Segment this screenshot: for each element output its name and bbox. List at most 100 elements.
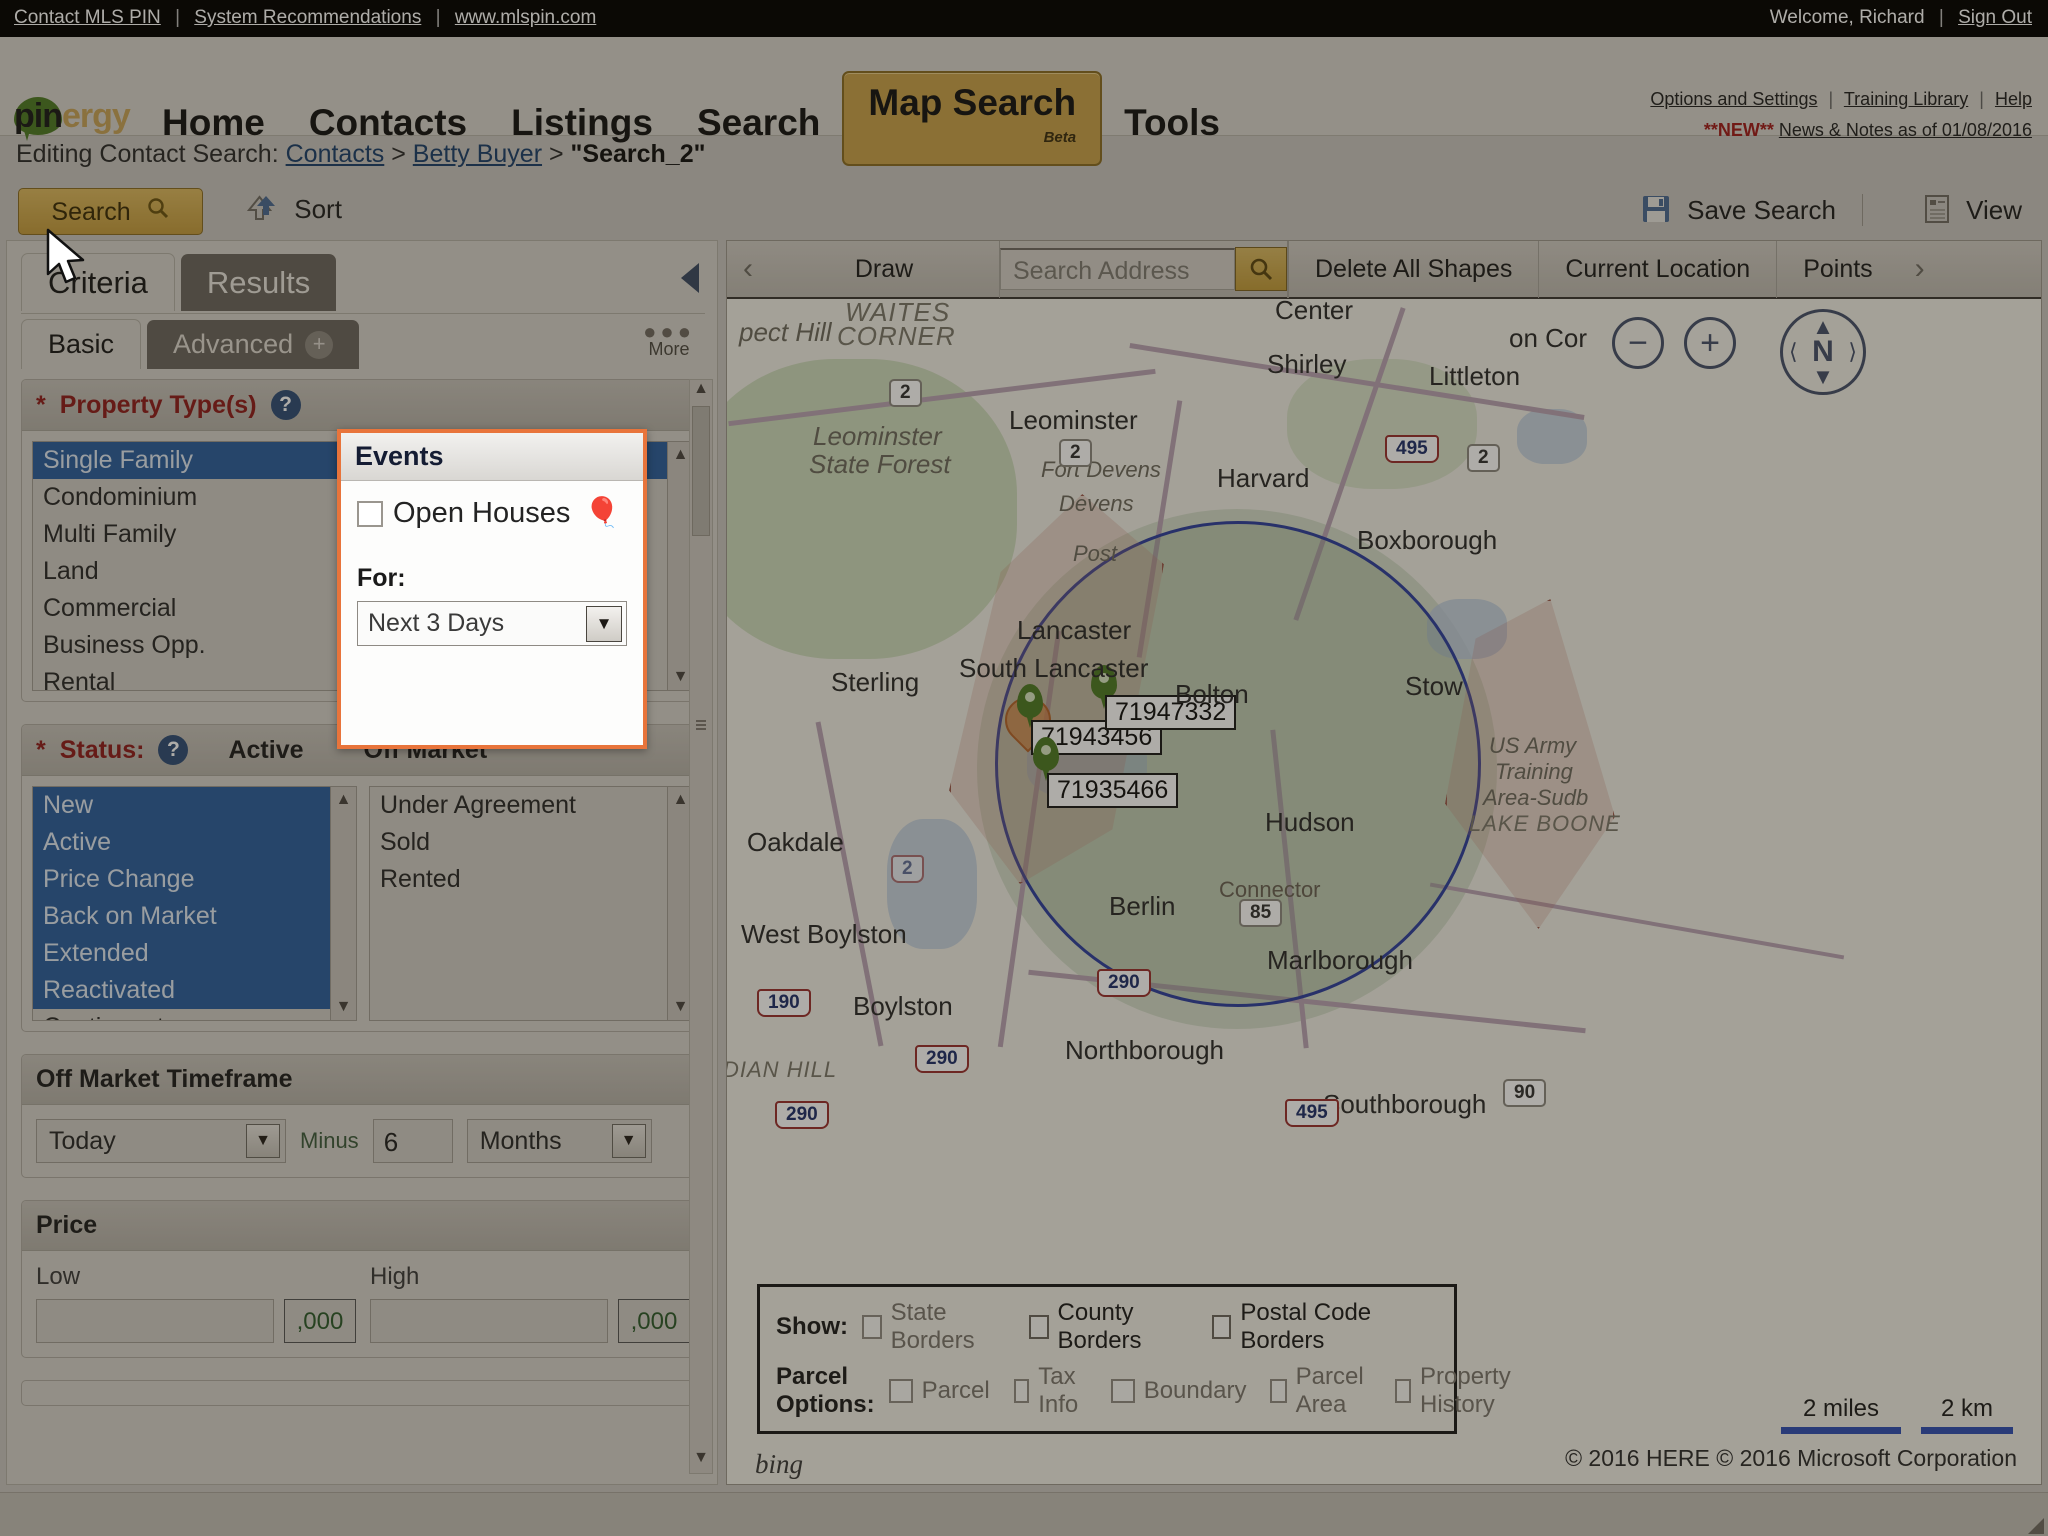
checkbox-property-history-label: Property History	[1420, 1363, 1511, 1418]
chevron-down-icon[interactable]: ▼	[586, 605, 622, 642]
list-item[interactable]: Active	[33, 824, 356, 861]
list-item[interactable]: Under Agreement	[370, 787, 693, 824]
resize-handle-icon[interactable]	[2028, 1518, 2044, 1534]
sort-button[interactable]: Sort	[245, 194, 342, 229]
compass-up-arrow-icon[interactable]: ▲	[1812, 314, 1834, 340]
scrollbar-thumb[interactable]	[692, 406, 710, 536]
checkbox-tax-info[interactable]: Tax Info	[1013, 1363, 1087, 1419]
timeframe-amount-input[interactable]: 6	[372, 1119, 453, 1163]
events-for-select[interactable]: Next 3 Days ▼	[357, 601, 627, 646]
bing-logo[interactable]: bing	[755, 1449, 803, 1480]
search-address-input[interactable]: Search Address	[1000, 248, 1235, 290]
sign-out-link[interactable]: Sign Out	[1958, 7, 2032, 28]
save-search-button[interactable]: Save Search	[1641, 194, 1836, 231]
price-high-thousands-button[interactable]: ,000	[618, 1299, 690, 1343]
checkbox-parcel[interactable]: Parcel	[888, 1377, 990, 1405]
nav-item-tools[interactable]: Tools	[1102, 95, 1242, 151]
pinergy-logo[interactable]: pinergy	[14, 97, 131, 136]
nav-sep-2: |	[1979, 89, 1984, 109]
list-item[interactable]: Rented	[370, 861, 693, 898]
action-toolbar: Search Sort Save Search View	[0, 180, 2048, 240]
price-low-thousands-button[interactable]: ,000	[284, 1299, 356, 1343]
show-label: Show:	[776, 1313, 848, 1340]
map-road-9	[1429, 882, 1845, 960]
price-high-input[interactable]	[370, 1299, 608, 1343]
map-pin-label[interactable]: 71935466	[1047, 773, 1179, 808]
more-options-button[interactable]: ●●● More	[643, 321, 695, 360]
compass-control[interactable]: N ▲ ▼ ⟨ ⟩	[1780, 309, 1866, 395]
checkbox-icon	[862, 1315, 882, 1339]
map-label-southborough: Southborough	[1323, 1089, 1487, 1119]
checkbox-parcel-area[interactable]: Parcel Area	[1270, 1363, 1371, 1419]
timeframe-base-select[interactable]: Today ▼	[36, 1119, 286, 1163]
current-location-button[interactable]: Current Location	[1538, 241, 1776, 298]
scroll-up-icon[interactable]: ▲	[690, 380, 712, 402]
chevron-down-icon[interactable]: ▼	[611, 1124, 646, 1158]
checkbox-state-borders[interactable]: State Borders	[862, 1299, 1005, 1355]
topbar-separator-2: |	[435, 7, 441, 28]
breadcrumb-link-contacts[interactable]: Contacts	[286, 140, 385, 168]
scroll-up-icon[interactable]: ▲	[331, 791, 356, 809]
collapse-panel-arrow-icon[interactable]	[681, 263, 699, 293]
checkbox-postal-code-borders[interactable]: Postal Code Borders	[1211, 1299, 1414, 1355]
zoom-in-button[interactable]: +	[1684, 317, 1736, 369]
checkbox-icon[interactable]	[357, 500, 383, 527]
compass-right-arrow-icon[interactable]: ⟩	[1848, 339, 1857, 365]
criteria-panel-scrollbar[interactable]: ▲ ▼	[689, 379, 713, 1474]
mlspin-website-link[interactable]: www.mlspin.com	[455, 7, 596, 28]
subtab-advanced[interactable]: Advanced +	[147, 320, 360, 369]
open-houses-checkbox-row[interactable]: Open Houses 🎈	[357, 497, 627, 530]
help-icon[interactable]: ?	[158, 735, 189, 765]
map-pin-3[interactable]: 71935466	[1033, 737, 1179, 808]
main-navigation-bar: pinergy Home Contacts Listings Search Ma…	[0, 37, 2048, 166]
subtab-basic[interactable]: Basic	[21, 319, 142, 369]
options-and-settings-link[interactable]: Options and Settings	[1650, 89, 1817, 109]
map-label-berlin: Berlin	[1109, 891, 1176, 921]
toolbar-prev-arrow-icon[interactable]: ‹	[727, 252, 769, 286]
chevron-down-icon[interactable]: ▼	[246, 1124, 280, 1158]
list-item[interactable]: Sold	[370, 824, 693, 861]
checkbox-county-borders[interactable]: County Borders	[1028, 1299, 1188, 1355]
delete-all-shapes-button[interactable]: Delete All Shapes	[1288, 241, 1538, 298]
training-library-link[interactable]: Training Library	[1844, 89, 1968, 109]
map-pin-1[interactable]: 71943456	[1017, 684, 1163, 755]
nav-link-row: Options and Settings | Training Library …	[1650, 89, 2032, 110]
draw-button[interactable]: Draw	[769, 241, 999, 298]
compass-down-arrow-icon[interactable]: ▼	[1812, 364, 1834, 390]
list-item[interactable]: Reactivated	[33, 972, 356, 1009]
tab-results[interactable]: Results	[180, 254, 337, 311]
scroll-down-icon[interactable]: ▼	[331, 998, 356, 1016]
price-low-inputs: ,000	[36, 1299, 356, 1343]
status-active-listbox[interactable]: New Active Price Change Back on Market E…	[32, 786, 357, 1021]
plus-icon[interactable]: +	[305, 330, 334, 359]
status-offmarket-listbox[interactable]: Under Agreement Sold Rented ▲ ▼	[369, 786, 694, 1021]
list-item[interactable]: Price Change	[33, 861, 356, 898]
help-link[interactable]: Help	[1995, 89, 2032, 109]
price-low-input[interactable]	[36, 1299, 274, 1343]
toolbar-next-arrow-icon[interactable]: ›	[1899, 252, 1941, 286]
breadcrumb-link-betty-buyer[interactable]: Betty Buyer	[413, 140, 542, 168]
zoom-out-button[interactable]: −	[1612, 317, 1664, 369]
points-button[interactable]: Points	[1776, 241, 1898, 298]
checkbox-boundary[interactable]: Boundary	[1110, 1377, 1246, 1405]
nav-item-map-search[interactable]: Map Search Beta	[842, 71, 1103, 166]
view-button[interactable]: View	[1924, 194, 2022, 231]
price-low-label: Low	[36, 1263, 81, 1290]
compass-left-arrow-icon[interactable]: ⟨	[1789, 339, 1798, 365]
list-item[interactable]: New	[33, 787, 356, 824]
contact-mls-pin-link[interactable]: Contact MLS PIN	[14, 7, 161, 28]
scroll-down-icon[interactable]: ▼	[690, 1449, 712, 1471]
checkbox-icon	[1013, 1379, 1030, 1403]
list-item[interactable]: Back on Market	[33, 898, 356, 935]
map-canvas[interactable]: 71943456 71947332 71935466 pect Hill WAI…	[727, 299, 2041, 1484]
status-active-scrollbar[interactable]: ▲ ▼	[330, 787, 356, 1020]
nav-secondary-links: Options and Settings | Training Library …	[1650, 89, 2032, 141]
system-recommendations-link[interactable]: System Recommendations	[194, 7, 421, 28]
list-item[interactable]: Extended	[33, 935, 356, 972]
help-icon[interactable]: ?	[270, 390, 301, 420]
checkbox-property-history[interactable]: Property History	[1395, 1363, 1519, 1419]
address-search-icon[interactable]	[1235, 247, 1287, 291]
news-notes-link[interactable]: News & Notes as of 01/08/2016	[1779, 120, 2032, 140]
timeframe-unit-select[interactable]: Months ▼	[466, 1119, 652, 1163]
list-item[interactable]: Contingent	[33, 1009, 356, 1020]
